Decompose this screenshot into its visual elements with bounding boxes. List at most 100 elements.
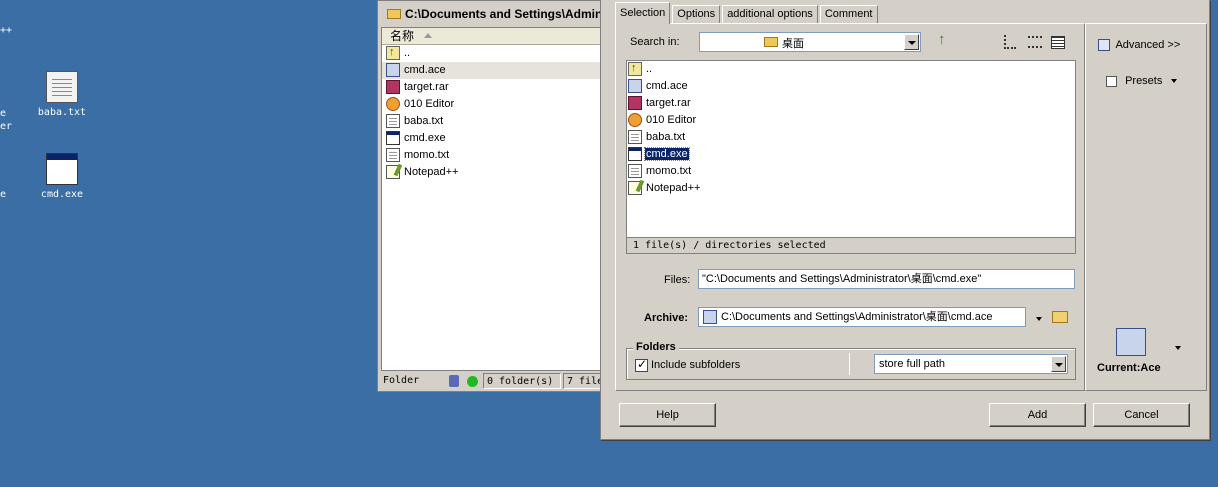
status-folder-count: 0 folder(s)	[483, 373, 561, 389]
search-in-value: 桌面	[782, 38, 804, 50]
details-view-icon[interactable]	[1051, 36, 1065, 49]
desktop-fragment-4: e	[0, 189, 7, 200]
list-item[interactable]: 010 Editor	[382, 96, 616, 113]
folder-icon	[387, 9, 401, 19]
list-item[interactable]: momo.txt	[627, 163, 1075, 180]
list-item-label: target.rar	[646, 97, 691, 109]
executable-icon	[46, 153, 78, 185]
green-status-icon	[467, 376, 478, 387]
presets-icon	[1106, 75, 1117, 87]
selection-panel: Search in: 桌面 ↑ .. cmd.ace target.rar 01…	[615, 23, 1085, 391]
format-menu-arrow-icon[interactable]	[1175, 346, 1181, 350]
ace-format-icon	[1116, 328, 1146, 356]
group-divider	[849, 353, 850, 375]
selection-status: 1 file(s) / directories selected	[626, 237, 1076, 254]
archive-history-arrow-icon[interactable]	[1036, 317, 1042, 321]
files-label: Files:	[664, 274, 691, 286]
app-shortcut-icon	[386, 97, 400, 111]
file-manager-window: C:\Documents and Settings\Admin 名称 .. cm…	[377, 0, 617, 392]
rar-archive-icon	[628, 96, 642, 110]
list-item[interactable]: cmd.ace	[382, 62, 616, 79]
advanced-button[interactable]: Advanced >>	[1098, 39, 1180, 52]
parent-folder-icon	[628, 60, 642, 77]
add-archive-dialog: Selection Options additional options Com…	[600, 0, 1210, 440]
text-file-icon	[628, 130, 642, 144]
up-folder-icon[interactable]: ↑	[938, 32, 954, 48]
list-item-label: baba.txt	[404, 115, 444, 127]
desktop-fragment-3: er	[0, 121, 13, 132]
tab-selection[interactable]: Selection	[615, 2, 671, 24]
advanced-icon	[1098, 39, 1110, 52]
desktop-icon-cmd-exe[interactable]: cmd.exe	[22, 153, 102, 200]
ace-archive-icon	[386, 63, 400, 77]
recycle-bin-icon	[449, 375, 459, 387]
chevron-down-icon[interactable]	[1051, 356, 1066, 372]
text-file-icon	[386, 148, 400, 162]
list-item[interactable]: momo.txt	[382, 147, 616, 164]
list-item-label: cmd.ace	[404, 64, 446, 76]
list-item[interactable]: baba.txt	[382, 113, 616, 130]
file-selection-list[interactable]: .. cmd.ace target.rar 010 Editor baba.tx…	[626, 60, 1076, 238]
tab-options[interactable]: Options	[672, 5, 721, 24]
list-item[interactable]: baba.txt	[627, 129, 1075, 146]
chevron-down-icon[interactable]	[904, 34, 919, 50]
archive-field[interactable]: C:\Documents and Settings\Administrator\…	[698, 307, 1026, 327]
list-item-label: Notepad++	[404, 166, 459, 178]
list-item[interactable]: 010 Editor	[627, 112, 1075, 129]
list-item-selected[interactable]: cmd.exe	[627, 146, 1075, 163]
list-item-label: cmd.ace	[646, 80, 688, 92]
list-item-label: 010 Editor	[404, 98, 455, 110]
presets-button[interactable]: Presets	[1106, 75, 1178, 87]
tree-view-icon[interactable]	[1004, 35, 1016, 49]
current-format-label[interactable]: Current:Ace	[1097, 362, 1161, 374]
cancel-button[interactable]: Cancel	[1093, 403, 1190, 427]
list-item-label: ..	[404, 47, 411, 59]
list-view-icon[interactable]	[1028, 36, 1042, 48]
parent-folder-icon	[386, 44, 400, 61]
desktop-icon-label: baba.txt	[37, 107, 87, 118]
path-mode-value: store full path	[879, 358, 946, 370]
list-item[interactable]: ..	[627, 60, 1075, 78]
window-title-text: C:\Documents and Settings\Admin	[405, 7, 603, 21]
tab-additional-options[interactable]: additional options	[722, 5, 818, 24]
list-item[interactable]: Notepad++	[382, 164, 616, 181]
text-file-icon	[386, 114, 400, 128]
list-item[interactable]: target.rar	[382, 79, 616, 96]
chevron-down-icon	[1171, 79, 1178, 84]
folders-group-title: Folders	[633, 341, 679, 353]
list-item-label: ..	[646, 63, 653, 75]
search-in-label: Search in:	[630, 36, 680, 48]
files-field[interactable]: "C:\Documents and Settings\Administrator…	[698, 269, 1075, 289]
path-mode-dropdown[interactable]: store full path	[874, 354, 1068, 374]
archive-path: C:\Documents and Settings\Administrator\…	[721, 311, 993, 323]
add-button[interactable]: Add	[989, 403, 1086, 427]
list-item-label: cmd.exe	[644, 147, 690, 161]
ace-archive-icon	[703, 310, 717, 324]
help-button[interactable]: Help	[619, 403, 716, 427]
desktop-icon-baba-txt[interactable]: baba.txt	[22, 71, 102, 118]
status-folder-label: Folder	[383, 375, 420, 386]
list-item[interactable]: target.rar	[627, 95, 1075, 112]
executable-icon	[628, 147, 642, 161]
include-subfolders-checkbox[interactable]	[635, 357, 648, 372]
text-file-icon	[46, 71, 78, 103]
app-shortcut-icon	[628, 113, 642, 127]
list-item[interactable]: cmd.ace	[627, 78, 1075, 95]
executable-icon	[386, 131, 400, 145]
tab-strip: Selection Options additional options Com…	[615, 2, 880, 24]
file-manager-list[interactable]: 名称 .. cmd.ace target.rar 010 Editor baba…	[381, 27, 617, 371]
list-item[interactable]: cmd.exe	[382, 130, 616, 147]
list-item-label: target.rar	[404, 81, 449, 93]
column-header-label: 名称	[390, 29, 415, 43]
tab-comment[interactable]: Comment	[819, 5, 878, 24]
open-folder-icon[interactable]	[1052, 311, 1068, 323]
search-in-dropdown[interactable]: 桌面	[699, 32, 921, 52]
list-item[interactable]: ..	[382, 44, 616, 62]
sort-ascending-icon	[424, 33, 432, 38]
options-sidebar: Advanced >> Presets Current:Ace	[1085, 23, 1207, 391]
archive-label: Archive:	[644, 312, 689, 324]
desktop-icon-label: cmd.exe	[40, 189, 84, 200]
list-item[interactable]: Notepad++	[627, 180, 1075, 197]
column-header-name[interactable]: 名称	[382, 28, 616, 45]
notepad-plus-plus-icon	[386, 165, 400, 179]
